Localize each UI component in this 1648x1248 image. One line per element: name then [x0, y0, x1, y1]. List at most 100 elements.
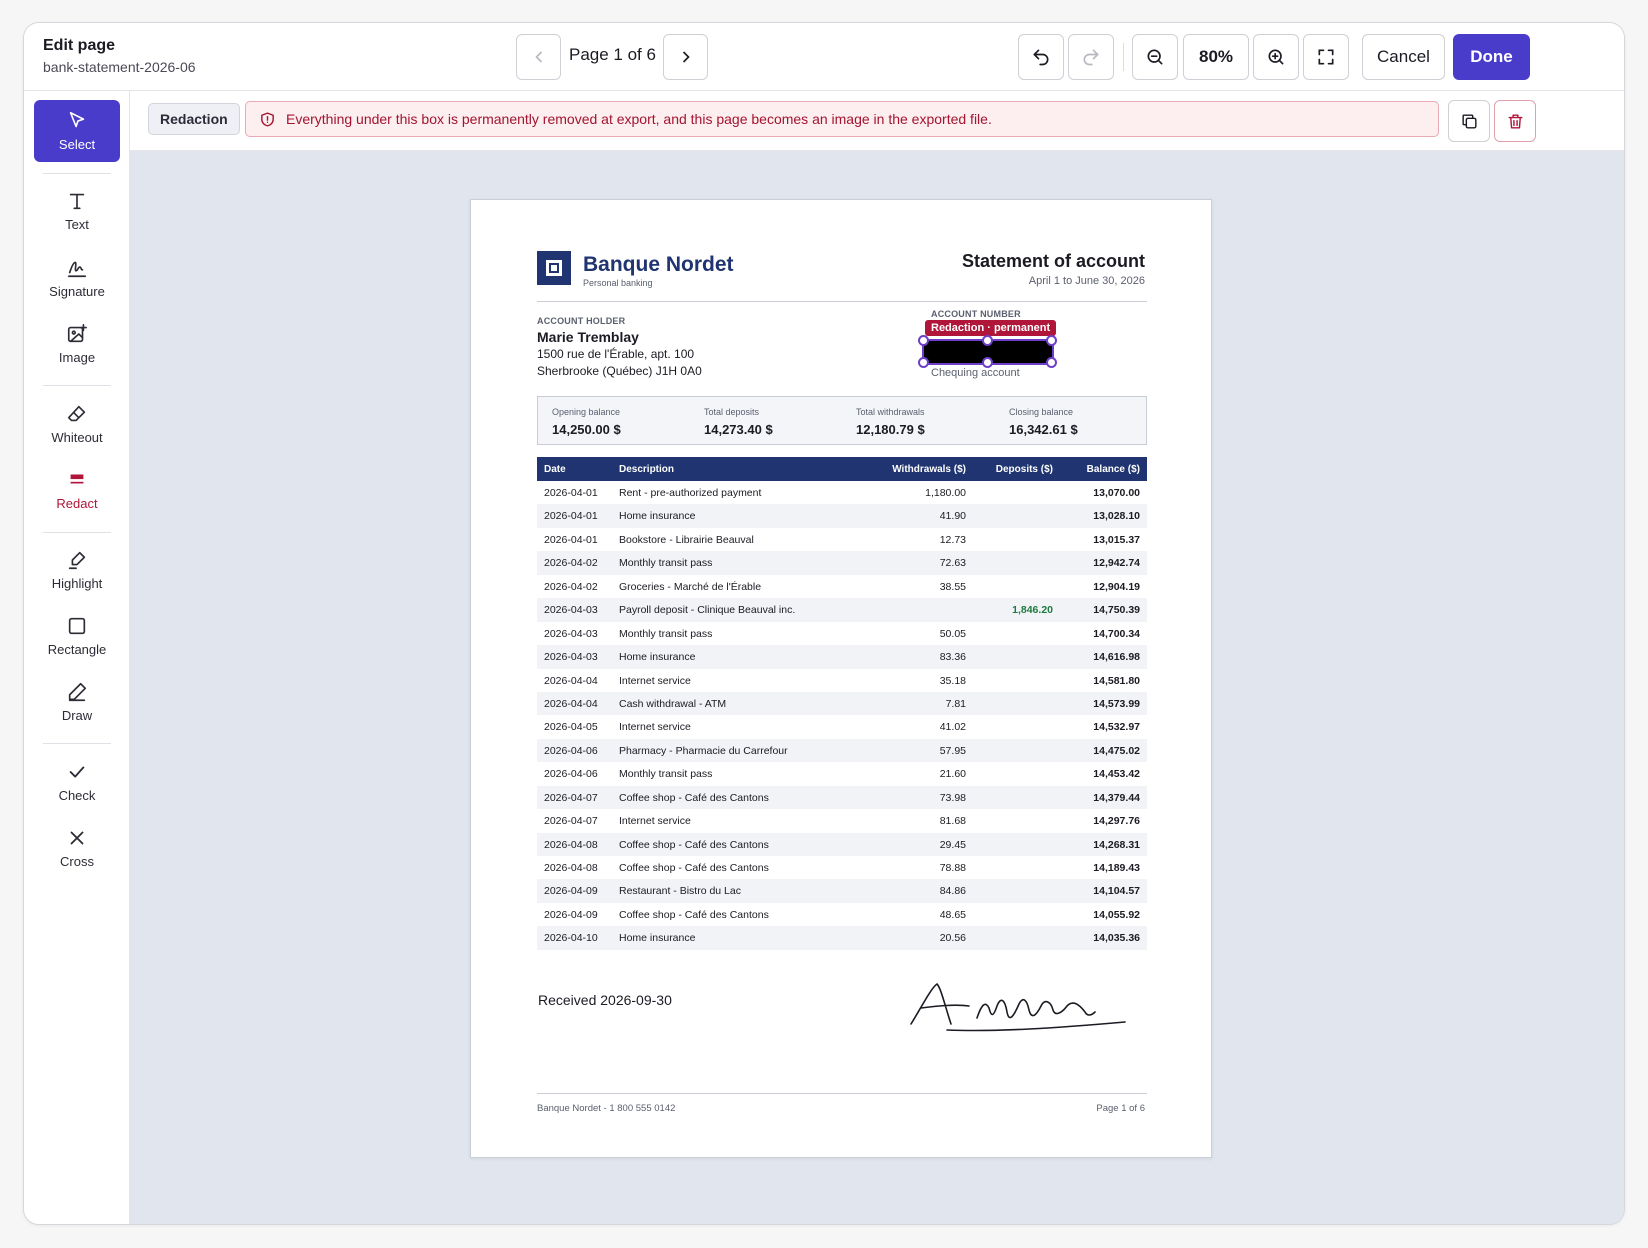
page-canvas[interactable]: Banque Nordet Personal banking Statement… — [130, 151, 1624, 1224]
cell-date: 2026-04-07 — [544, 815, 598, 828]
editor-window: Edit page bank-statement-2026-06 Page 1 … — [23, 22, 1625, 1225]
redo-button[interactable] — [1068, 34, 1114, 80]
footer-contact: Banque Nordet - 1 800 555 0142 — [537, 1103, 676, 1114]
tool-label: Highlight — [51, 576, 103, 591]
tool-draw[interactable]: Draw — [34, 671, 120, 733]
tool-rectangle[interactable]: Rectangle — [34, 605, 120, 667]
cell-date: 2026-04-06 — [544, 768, 598, 781]
cell-description: Internet service — [619, 721, 691, 734]
tool-label: Select — [58, 137, 96, 152]
table-row: 2026-04-03 Payroll deposit - Clinique Bea… — [537, 598, 1147, 622]
tool-highlight[interactable]: Highlight — [34, 539, 120, 601]
resize-handle-n[interactable] — [982, 335, 993, 346]
image-icon — [67, 324, 87, 343]
cancel-button[interactable]: Cancel — [1362, 34, 1445, 80]
transactions-table: Date Description Withdrawals ($) Deposit… — [537, 457, 1147, 950]
cell-description: Groceries - Marché de l'Érable — [619, 580, 762, 593]
table-row: 2026-04-03 Home insurance 83.36 14,616.98 — [537, 645, 1147, 669]
table-row: 2026-04-06 Monthly transit pass 21.60 14,45… — [537, 762, 1147, 785]
cell-description: Internet service — [619, 815, 691, 828]
tool-label: Redact — [56, 496, 98, 511]
tool-label: Cross — [60, 854, 94, 869]
tool-image[interactable]: Image — [34, 313, 120, 375]
document-page[interactable]: Banque Nordet Personal banking Statement… — [470, 199, 1212, 1158]
cell-withdrawal: 78.88 — [939, 862, 966, 874]
tool-select[interactable]: Select — [34, 100, 120, 162]
page-indicator: Page 1 of 6 — [569, 45, 656, 64]
cell-description: Home insurance — [619, 651, 696, 664]
footer-rule — [537, 1093, 1147, 1094]
tool-signature[interactable]: Signature — [34, 247, 120, 309]
cell-date: 2026-04-10 — [544, 932, 598, 945]
cell-description: Monthly transit pass — [619, 627, 713, 640]
cell-balance: 14,104.57 — [1093, 885, 1140, 898]
tool-whiteout[interactable]: Whiteout — [34, 393, 120, 455]
cell-description: Rent - pre-authorized payment — [619, 487, 762, 499]
cell-withdrawal: 84.86 — [939, 885, 966, 898]
fit-page-button[interactable] — [1303, 34, 1349, 80]
resize-handle-sw[interactable] — [918, 357, 929, 368]
duplicate-button[interactable] — [1448, 100, 1490, 142]
tool-divider — [43, 532, 111, 533]
account-number-label: ACCOUNT NUMBER — [931, 309, 1021, 319]
balance-summary: Opening balance 14,250.00 $ Total deposi… — [537, 396, 1147, 445]
cell-balance: 12,942.74 — [1093, 557, 1140, 570]
column-header: Withdrawals ($) — [892, 464, 966, 475]
table-row: 2026-04-01 Bookstore - Librairie Beauval 1… — [537, 528, 1147, 551]
table-row: 2026-04-08 Coffee shop - Café des Cantons… — [537, 832, 1147, 856]
summary-label: Total withdrawals — [856, 407, 925, 417]
cell-balance: 14,581.80 — [1093, 674, 1140, 687]
zoom-in-button[interactable] — [1253, 34, 1299, 80]
cell-balance: 14,616.98 — [1093, 651, 1140, 664]
column-header: Date — [544, 464, 566, 475]
cell-balance: 14,379.44 — [1093, 791, 1140, 804]
table-row: 2026-04-09 Coffee shop - Café des Cantons… — [537, 903, 1147, 926]
resize-handle-nw[interactable] — [918, 335, 929, 346]
signature-drawing[interactable] — [907, 978, 1129, 1038]
tool-sidebar: Select Text Signature Image Whiteout Red… — [24, 91, 130, 1224]
cell-date: 2026-04-04 — [544, 674, 598, 687]
tool-check[interactable]: Check — [34, 751, 120, 813]
cell-date: 2026-04-01 — [544, 487, 598, 499]
next-page-button[interactable] — [663, 34, 708, 80]
redo-icon — [1083, 49, 1099, 66]
resize-handle-ne[interactable] — [1046, 335, 1057, 346]
check-icon — [69, 766, 85, 778]
cell-date: 2026-04-06 — [544, 744, 598, 757]
cell-withdrawal: 35.18 — [939, 674, 966, 687]
cell-date: 2026-04-07 — [544, 791, 598, 804]
statement-title: Statement of account — [961, 251, 1145, 271]
tool-cross[interactable]: Cross — [34, 817, 120, 879]
resize-handle-s[interactable] — [982, 357, 993, 368]
cursor-icon — [69, 111, 85, 128]
previous-page-button[interactable] — [516, 34, 561, 80]
cell-withdrawal: 41.02 — [939, 721, 966, 734]
signature-icon — [67, 261, 87, 278]
cell-date: 2026-04-03 — [544, 651, 598, 664]
cell-balance: 14,750.39 — [1093, 604, 1140, 617]
zoom-level[interactable]: 80% — [1183, 34, 1249, 80]
chevron-right-icon — [682, 51, 690, 63]
resize-handle-se[interactable] — [1046, 357, 1057, 368]
done-button[interactable]: Done — [1453, 34, 1530, 80]
shield-alert-icon — [261, 111, 274, 127]
tool-redact[interactable]: Redact — [34, 459, 120, 521]
delete-button[interactable] — [1494, 100, 1536, 142]
tool-label: Text — [65, 217, 89, 232]
undo-icon — [1033, 49, 1049, 66]
cell-balance: 13,070.00 — [1093, 487, 1140, 499]
table-body: 2026-04-01 Rent - pre-authorized payment 1… — [537, 481, 1147, 950]
cell-date: 2026-04-09 — [544, 885, 598, 898]
chevron-left-icon — [534, 51, 542, 63]
tool-text[interactable]: Text — [34, 180, 120, 242]
zoom-out-button[interactable] — [1132, 34, 1178, 80]
column-header: Balance ($) — [1086, 464, 1140, 475]
cell-date: 2026-04-08 — [544, 838, 598, 851]
cell-description: Home insurance — [619, 932, 696, 945]
tool-divider — [43, 385, 111, 386]
cell-description: Coffee shop - Café des Cantons — [619, 838, 769, 851]
undo-button[interactable] — [1018, 34, 1064, 80]
cell-description: Restaurant - Bistro du Lac — [619, 885, 741, 898]
address-line-1: 1500 rue de l'Érable, apt. 100 — [537, 347, 695, 361]
cell-date: 2026-04-09 — [544, 908, 598, 921]
